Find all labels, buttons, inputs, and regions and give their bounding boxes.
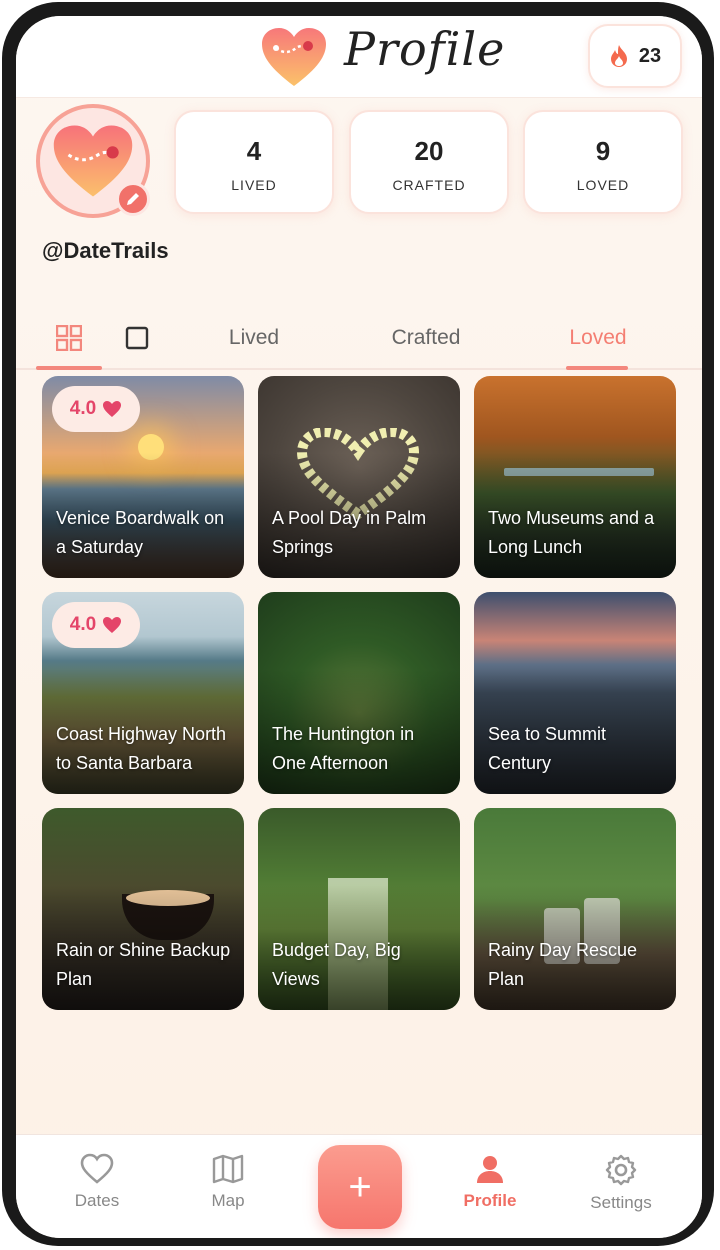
profile-tabs: Lived Crafted Loved bbox=[16, 306, 702, 370]
flame-icon bbox=[610, 45, 627, 67]
gear-icon bbox=[605, 1154, 637, 1186]
rating-badge: 4.0 bbox=[52, 386, 140, 432]
card-title: Rainy Day Rescue Plan bbox=[488, 940, 638, 989]
nav-settings-label: Settings bbox=[590, 1193, 652, 1212]
edit-avatar-button[interactable] bbox=[116, 182, 150, 216]
date-card[interactable]: A Pool Day in Palm Springs bbox=[258, 376, 460, 578]
stat-crafted-label: CRAFTED bbox=[392, 177, 466, 193]
rating-value: 4.0 bbox=[69, 398, 97, 419]
tab-grid-view[interactable] bbox=[36, 306, 102, 370]
nav-map-label: Map bbox=[211, 1191, 245, 1210]
add-date-button[interactable]: + bbox=[318, 1145, 402, 1229]
avatar[interactable] bbox=[36, 104, 150, 218]
pencil-icon bbox=[127, 193, 139, 205]
date-card[interactable]: Rainy Day Rescue Plan bbox=[474, 808, 676, 1010]
person-icon bbox=[477, 1156, 503, 1183]
date-card[interactable]: 4.0 Coast Highway North to Santa Barbara bbox=[42, 592, 244, 794]
bottom-nav: Dates Map + Profile Settings bbox=[16, 1134, 702, 1238]
tab-loved[interactable]: Loved bbox=[528, 306, 668, 370]
grid-tab-indicator bbox=[36, 366, 102, 370]
date-card[interactable]: The Huntington in One Afternoon bbox=[258, 592, 460, 794]
stat-loved[interactable]: 9 LOVED bbox=[523, 110, 683, 214]
date-card[interactable]: 4.0 Venice Boardwalk on a Saturday bbox=[42, 376, 244, 578]
volume-button bbox=[708, 238, 714, 326]
app-logo-heart-icon bbox=[262, 28, 326, 86]
heart-icon bbox=[103, 401, 122, 417]
stat-loved-label: LOVED bbox=[576, 177, 630, 193]
tab-crafted[interactable]: Crafted bbox=[356, 306, 496, 370]
tab-lived[interactable]: Lived bbox=[184, 306, 324, 370]
stat-lived-label: LIVED bbox=[231, 177, 277, 193]
power-button bbox=[708, 352, 714, 496]
stat-lived[interactable]: 4 LIVED bbox=[174, 110, 334, 214]
username: @DateTrails bbox=[42, 238, 169, 263]
date-card[interactable]: Rain or Shine Backup Plan bbox=[42, 808, 244, 1010]
nav-dates-label: Dates bbox=[74, 1191, 120, 1210]
stat-crafted[interactable]: 20 CRAFTED bbox=[349, 110, 509, 214]
page-title: Profile bbox=[344, 22, 506, 76]
card-title: Venice Boardwalk on a Saturday bbox=[56, 508, 225, 557]
card-title: Coast Highway North to Santa Barbara bbox=[56, 724, 227, 773]
card-title: Sea to Summit Century bbox=[488, 724, 607, 773]
tab-single-view[interactable] bbox=[104, 306, 170, 370]
heart-icon bbox=[103, 617, 122, 633]
map-icon bbox=[212, 1154, 244, 1184]
rating-value: 4.0 bbox=[69, 614, 97, 635]
grid-icon bbox=[56, 325, 82, 351]
app-screen: Profile 23 4 LIVED 20 CRAFTED 9 LOVED @D… bbox=[16, 16, 702, 1238]
card-title: Two Museums and a Long Lunch bbox=[488, 508, 655, 557]
nav-profile-label: Profile bbox=[463, 1191, 517, 1210]
streak-count: 23 bbox=[638, 44, 662, 67]
app-header: Profile 23 bbox=[16, 16, 702, 98]
nav-map[interactable]: Map bbox=[168, 1153, 288, 1211]
rating-badge: 4.0 bbox=[52, 602, 140, 648]
loved-tab-indicator bbox=[566, 366, 628, 370]
device-frame: Profile 23 4 LIVED 20 CRAFTED 9 LOVED @D… bbox=[2, 2, 714, 1246]
stat-loved-value: 9 bbox=[595, 136, 611, 166]
card-title: Budget Day, Big Views bbox=[272, 940, 401, 989]
stat-lived-value: 4 bbox=[246, 136, 262, 166]
nav-dates[interactable]: Dates bbox=[37, 1153, 157, 1211]
square-icon bbox=[125, 326, 149, 350]
heart-outline-icon bbox=[80, 1153, 114, 1184]
stat-crafted-value: 20 bbox=[414, 136, 444, 166]
nav-settings[interactable]: Settings bbox=[561, 1153, 681, 1213]
date-card[interactable]: Budget Day, Big Views bbox=[258, 808, 460, 1010]
card-title: A Pool Day in Palm Springs bbox=[272, 508, 427, 557]
card-title: The Huntington in One Afternoon bbox=[272, 724, 415, 773]
card-title: Rain or Shine Backup Plan bbox=[56, 940, 231, 989]
date-card[interactable]: Two Museums and a Long Lunch bbox=[474, 376, 676, 578]
date-card[interactable]: Sea to Summit Century bbox=[474, 592, 676, 794]
nav-profile[interactable]: Profile bbox=[430, 1153, 550, 1211]
streak-counter[interactable]: 23 bbox=[588, 24, 682, 88]
